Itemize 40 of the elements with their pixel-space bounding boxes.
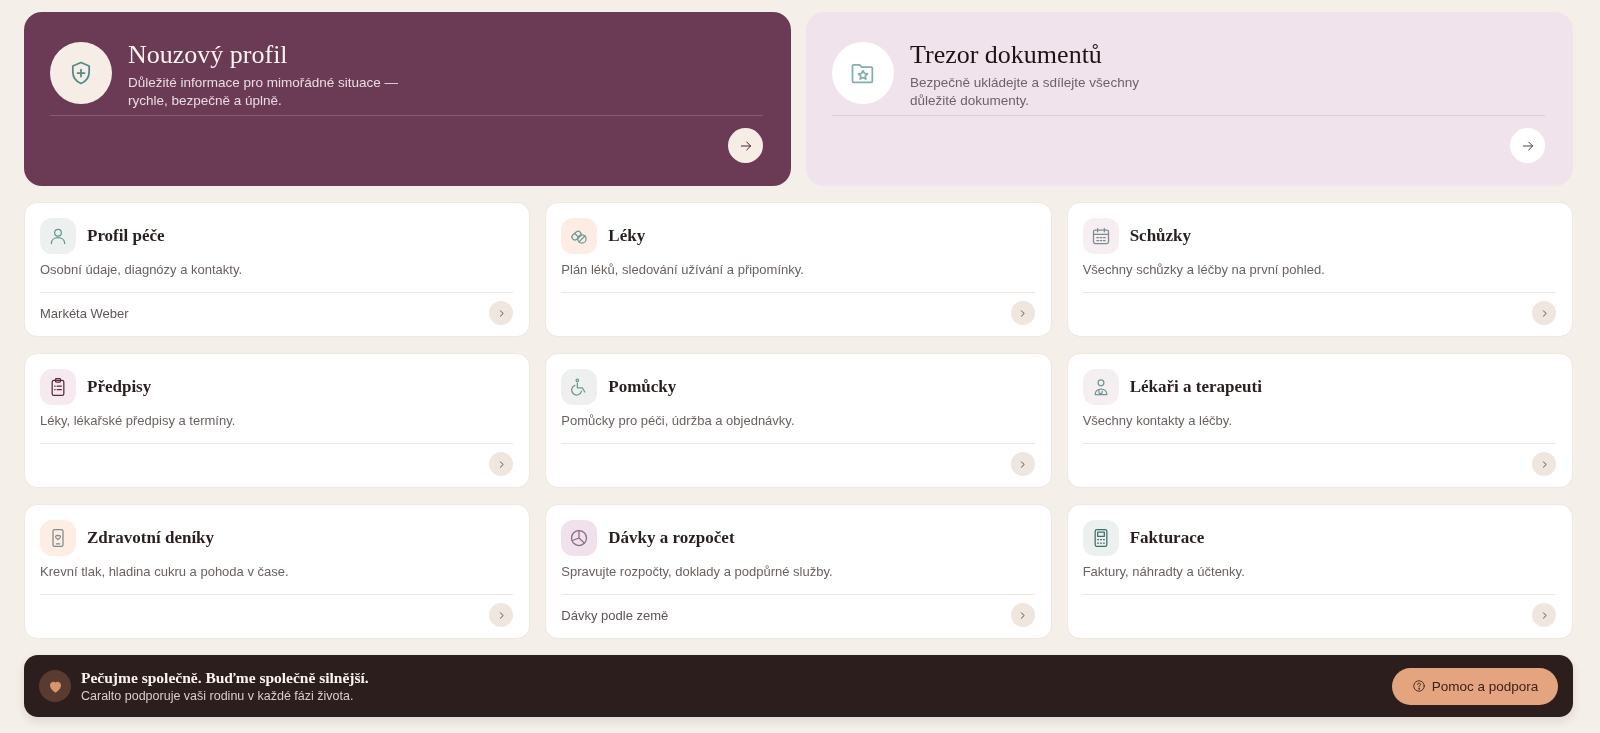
help-icon	[1411, 679, 1426, 693]
module-card[interactable]: Léky Plán léků, sledování užívání a připomínky.	[545, 202, 1052, 337]
help-button[interactable]: Pomoc a podpora	[1392, 667, 1558, 705]
module-card[interactable]: Dávky a rozpočet Spravujte rozpočty, doklady a podpůrné služby. Dávky podle země	[545, 504, 1052, 639]
module-card[interactable]: Profil péče Osobní údaje, diagnózy a kontakty. Markéta Weber	[24, 202, 531, 337]
card-description: Všechny kontakty a léčby.	[1082, 412, 1233, 430]
hero-card[interactable]: Nouzový profil Důležité informace pro mimořádné situace — rychle, bezpečně a úplně.	[24, 12, 791, 186]
card-description: Pomůcky pro péči, údržba a objednávky.	[561, 412, 796, 430]
card-title: Předpisy	[87, 376, 152, 397]
hero-title: Trezor dokumentů	[910, 40, 1103, 70]
card-title: Profil péče	[87, 225, 165, 246]
card-description: Plán léků, sledování užívání a připomínky.	[561, 261, 805, 279]
module-card[interactable]: Pomůcky Pomůcky pro péči, údržba a objednávky.	[545, 353, 1052, 488]
card-description: Krevní tlak, hladina cukru a pohoda v čase.	[40, 563, 290, 581]
module-card[interactable]: Zdravotní deníky Krevní tlak, hladina cukru a pohoda v čase.	[24, 504, 531, 639]
hero-title: Nouzový profil	[128, 40, 289, 70]
hero-description: Bezpečně ukládejte a sdílejte všechny důležité dokumenty.	[910, 74, 1140, 110]
card-title: Léky	[608, 225, 646, 246]
card-description: Léky, lékařské předpisy a termíny.	[40, 412, 237, 430]
open-button[interactable]	[728, 128, 763, 163]
module-card[interactable]: Předpisy Léky, lékařské předpisy a termíny.	[24, 353, 531, 488]
module-card[interactable]: Fakturace Faktury, náhradty a účtenky.	[1066, 504, 1573, 639]
card-description: Osobní údaje, diagnózy a kontakty.	[40, 261, 244, 279]
banner-subtitle: Caralto podporuje vaši rodinu v každé fázi života.	[81, 689, 355, 703]
card-title: Schůzky	[1129, 225, 1192, 246]
card-title: Zdravotní deníky	[87, 527, 215, 548]
card-description: Spravujte rozpočty, doklady a podpůrné služby.	[561, 563, 834, 581]
banner-title: Pečujme společně. Buďme společně silnější.	[81, 669, 369, 687]
hero-description: Důležité informace pro mimořádné situace — rychle, bezpečně a úplně.	[128, 74, 400, 110]
card-detail: Dávky podle země	[561, 607, 669, 623]
module-card[interactable]: Lékaři a terapeuti Všechny kontakty a léčby.	[1066, 353, 1573, 488]
card-description: Faktury, náhradty a účtenky.	[1082, 563, 1246, 581]
module-card[interactable]: Schůzky Všechny schůzky a léčby na první pohled.	[1066, 202, 1573, 337]
card-title: Lékaři a terapeuti	[1129, 376, 1262, 397]
card-description: Všechny schůzky a léčby na první pohled.	[1082, 261, 1326, 279]
card-title: Fakturace	[1129, 527, 1205, 548]
card-title: Pomůcky	[608, 376, 677, 397]
card-detail: Markéta Weber	[40, 305, 129, 321]
hero-card[interactable]: Trezor dokumentů Bezpečně ukládejte a sdílejte všechny důležité dokumenty.	[806, 12, 1573, 186]
card-title: Dávky a rozpočet	[608, 527, 735, 548]
